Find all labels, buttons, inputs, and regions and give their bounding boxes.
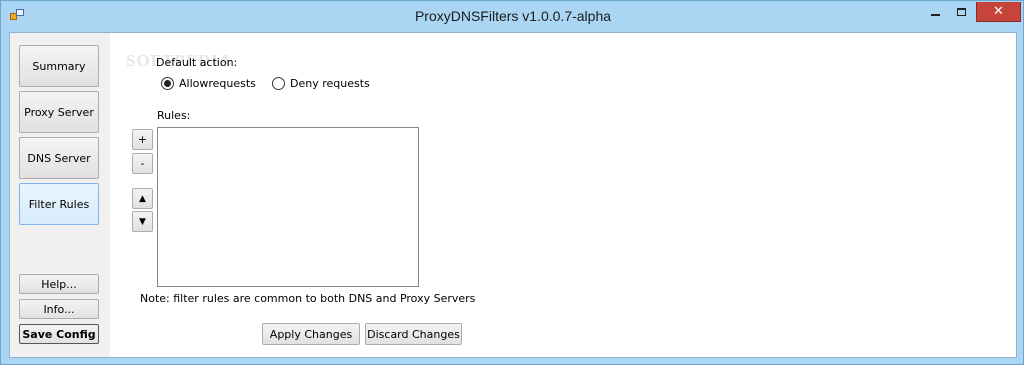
remove-rule-button[interactable]: - — [132, 153, 153, 174]
proxy-server-button[interactable]: Proxy Server — [19, 91, 99, 133]
proxy-server-label: Proxy Server — [24, 105, 94, 119]
rules-note: Note: filter rules are common to both DN… — [140, 292, 476, 305]
app-window: ProxyDNSFilters v1.0.0.7-alpha ✕ Summary… — [0, 0, 1024, 365]
save-config-button[interactable]: Save Config — [19, 324, 99, 344]
sidebar: Summary Proxy Server DNS Server Filter R… — [10, 33, 110, 357]
arrow-up-icon: ▲ — [139, 193, 146, 204]
filter-rules-button[interactable]: Filter Rules — [19, 183, 99, 225]
apply-changes-label: Apply Changes — [269, 327, 353, 341]
rules-list[interactable] — [157, 127, 419, 287]
allow-requests-radio[interactable]: Allowrequests — [161, 77, 256, 90]
summary-label: Summary — [32, 59, 86, 73]
client-area: Summary Proxy Server DNS Server Filter R… — [9, 32, 1017, 358]
move-down-button[interactable]: ▼ — [132, 211, 153, 232]
add-rule-button[interactable]: + — [132, 129, 153, 150]
save-config-label: Save Config — [22, 327, 96, 341]
radio-selected-icon — [161, 77, 174, 90]
close-icon: ✕ — [993, 4, 1004, 19]
info-label: Info... — [43, 302, 75, 316]
dns-server-button[interactable]: DNS Server — [19, 137, 99, 179]
window-title: ProxyDNSFilters v1.0.0.7-alpha — [414, 8, 612, 24]
deny-requests-radio[interactable]: Deny requests — [272, 77, 370, 90]
move-up-button[interactable]: ▲ — [132, 188, 153, 209]
help-button[interactable]: Help... — [19, 274, 99, 294]
apply-changes-button[interactable]: Apply Changes — [262, 323, 360, 345]
help-label: Help... — [41, 277, 77, 291]
arrow-down-icon: ▼ — [139, 216, 146, 227]
plus-icon: + — [137, 133, 148, 146]
dns-server-label: DNS Server — [27, 151, 91, 165]
minimize-icon — [930, 14, 940, 16]
filter-rules-panel: SOFTPEDIA Default action: Allowrequests … — [110, 33, 1016, 357]
maximize-button[interactable] — [948, 2, 974, 22]
title-bar[interactable]: ProxyDNSFilters v1.0.0.7-alpha ✕ — [1, 1, 1024, 32]
minimize-button[interactable] — [922, 2, 948, 22]
filter-rules-label: Filter Rules — [28, 197, 90, 211]
summary-button[interactable]: Summary — [19, 45, 99, 87]
discard-changes-label: Discard Changes — [367, 327, 460, 341]
allow-requests-label: Allowrequests — [179, 77, 256, 90]
deny-requests-label: Deny requests — [290, 77, 370, 90]
default-action-label: Default action: — [156, 56, 238, 69]
maximize-icon — [956, 8, 966, 16]
rules-label: Rules: — [157, 109, 191, 122]
close-button[interactable]: ✕ — [976, 2, 1021, 22]
discard-changes-button[interactable]: Discard Changes — [365, 323, 462, 345]
radio-unselected-icon — [272, 77, 285, 90]
info-button[interactable]: Info... — [19, 299, 99, 319]
minus-icon: - — [140, 157, 145, 170]
